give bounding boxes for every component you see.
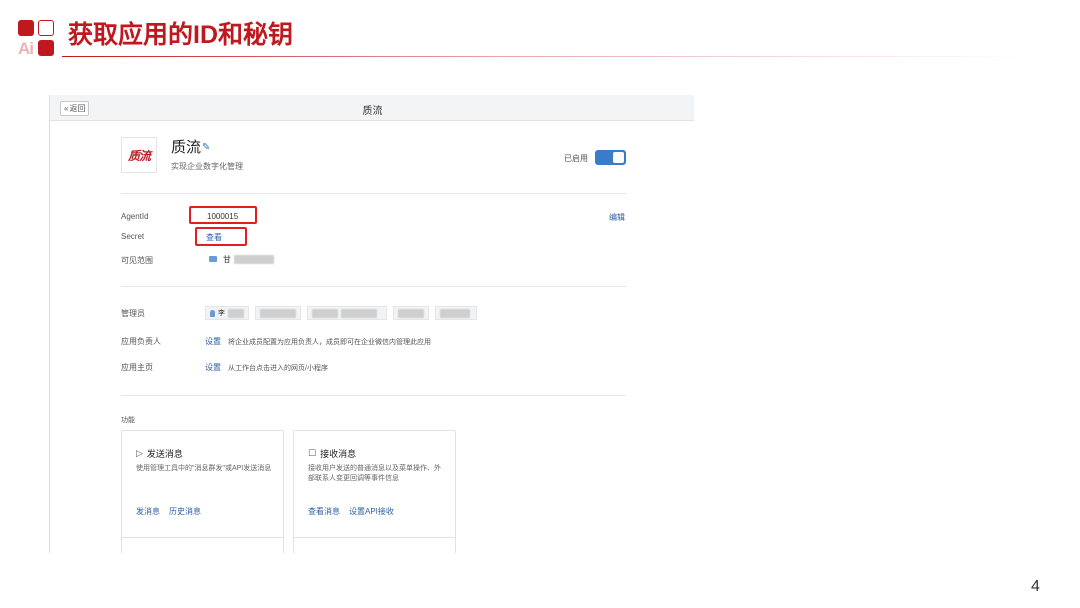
highlight-box (189, 206, 257, 224)
admin-chip[interactable] (307, 306, 387, 320)
app-logo-text: 质流 (127, 148, 151, 163)
card-links: 查看消息 设置API接收 (308, 506, 394, 517)
chat-bubble-icon: ☐ (308, 448, 317, 458)
toggle-knob (613, 152, 624, 163)
feature-card-send[interactable]: ▷ 发送消息 使用管理工具中的"消息群发"或API发送消息 发消息 历史消息 (121, 430, 284, 543)
set-api-receive-link[interactable]: 设置API接收 (349, 506, 394, 517)
admin-chip[interactable] (393, 306, 429, 320)
window-title: 质流 (362, 106, 383, 117)
card-title-text: 发送消息 (146, 449, 183, 459)
admin-chip[interactable] (255, 306, 301, 320)
folder-icon (209, 256, 217, 262)
admin-label: 管理员 (121, 309, 145, 318)
home-label: 应用主页 (121, 363, 153, 372)
admin-name: 李 (217, 310, 225, 317)
app-name: 质流 (171, 139, 202, 156)
scope-value[interactable]: 甘 (205, 252, 278, 266)
redacted-text (234, 254, 274, 264)
status-label: 已启用 (564, 154, 588, 163)
card-description: 接收用户发送的普通消息以及菜单操作、外部联系人变更回调等事件信息 (308, 465, 441, 482)
scope-label: 可见范围 (121, 256, 153, 265)
redacted-text (312, 308, 338, 318)
app-description: 实现企业数字化管理 (171, 162, 243, 171)
user-icon (210, 309, 215, 317)
redacted-text (260, 308, 296, 318)
agentid-label: AgentId (121, 212, 149, 221)
home-set-link[interactable]: 设置 (205, 362, 221, 373)
title-underline (62, 56, 1030, 57)
highlight-box (195, 227, 247, 246)
logo-text: Ai (18, 39, 34, 58)
app-settings-screenshot: « 返回 质流 质流 质流 ✎ 实现企业数字化管理 已启用 AgentId 10… (49, 95, 694, 553)
view-message-link[interactable]: 查看消息 (308, 506, 340, 517)
card-links: 发消息 历史消息 (136, 506, 201, 517)
secret-label: Secret (121, 232, 145, 241)
card-title-text: 接收消息 (320, 449, 357, 459)
history-message-link[interactable]: 历史消息 (169, 506, 201, 517)
card-title: ☐ 接收消息 (308, 447, 356, 460)
edit-link[interactable]: 编辑 (609, 212, 625, 223)
home-description: 从工作台点击进入的网页/小程序 (228, 365, 328, 372)
window-topbar: « 返回 质流 (50, 95, 694, 121)
owner-description: 将企业成员配置为应用负责人，成员即可在企业微信内管理此应用 (228, 339, 431, 346)
brand-logo: Ai (18, 20, 56, 60)
feature-card[interactable] (121, 537, 284, 553)
send-message-link[interactable]: 发消息 (136, 506, 160, 517)
slide-title: 获取应用的ID和秘钥 (68, 21, 294, 49)
send-icon: ▷ (136, 448, 143, 458)
divider (121, 286, 626, 287)
owner-label: 应用负责人 (121, 337, 161, 346)
logo-square-icon (38, 40, 54, 56)
logo-square-icon (18, 20, 34, 36)
owner-set-link[interactable]: 设置 (205, 336, 221, 347)
card-title: ▷ 发送消息 (136, 447, 183, 460)
redacted-text (341, 308, 377, 318)
divider (121, 395, 626, 396)
scope-text: 甘 (223, 254, 231, 264)
pencil-icon[interactable]: ✎ (202, 142, 210, 153)
feature-card[interactable] (293, 537, 456, 553)
redacted-text (398, 308, 424, 318)
feature-card-receive[interactable]: ☐ 接收消息 接收用户发送的普通消息以及菜单操作、外部联系人变更回调等事件信息 … (293, 430, 456, 543)
admin-chip[interactable] (435, 306, 477, 320)
logo-square-outline-icon (38, 20, 54, 36)
admin-chip[interactable]: 李 (205, 306, 249, 320)
section-title: 功能 (121, 417, 135, 424)
enable-toggle[interactable] (595, 150, 626, 165)
redacted-text (440, 308, 470, 318)
divider (121, 193, 626, 194)
card-description: 使用管理工具中的"消息群发"或API发送消息 (136, 465, 272, 472)
redacted-text (227, 308, 244, 318)
page-number: 4 (1031, 578, 1040, 595)
app-logo: 质流 (121, 137, 157, 173)
